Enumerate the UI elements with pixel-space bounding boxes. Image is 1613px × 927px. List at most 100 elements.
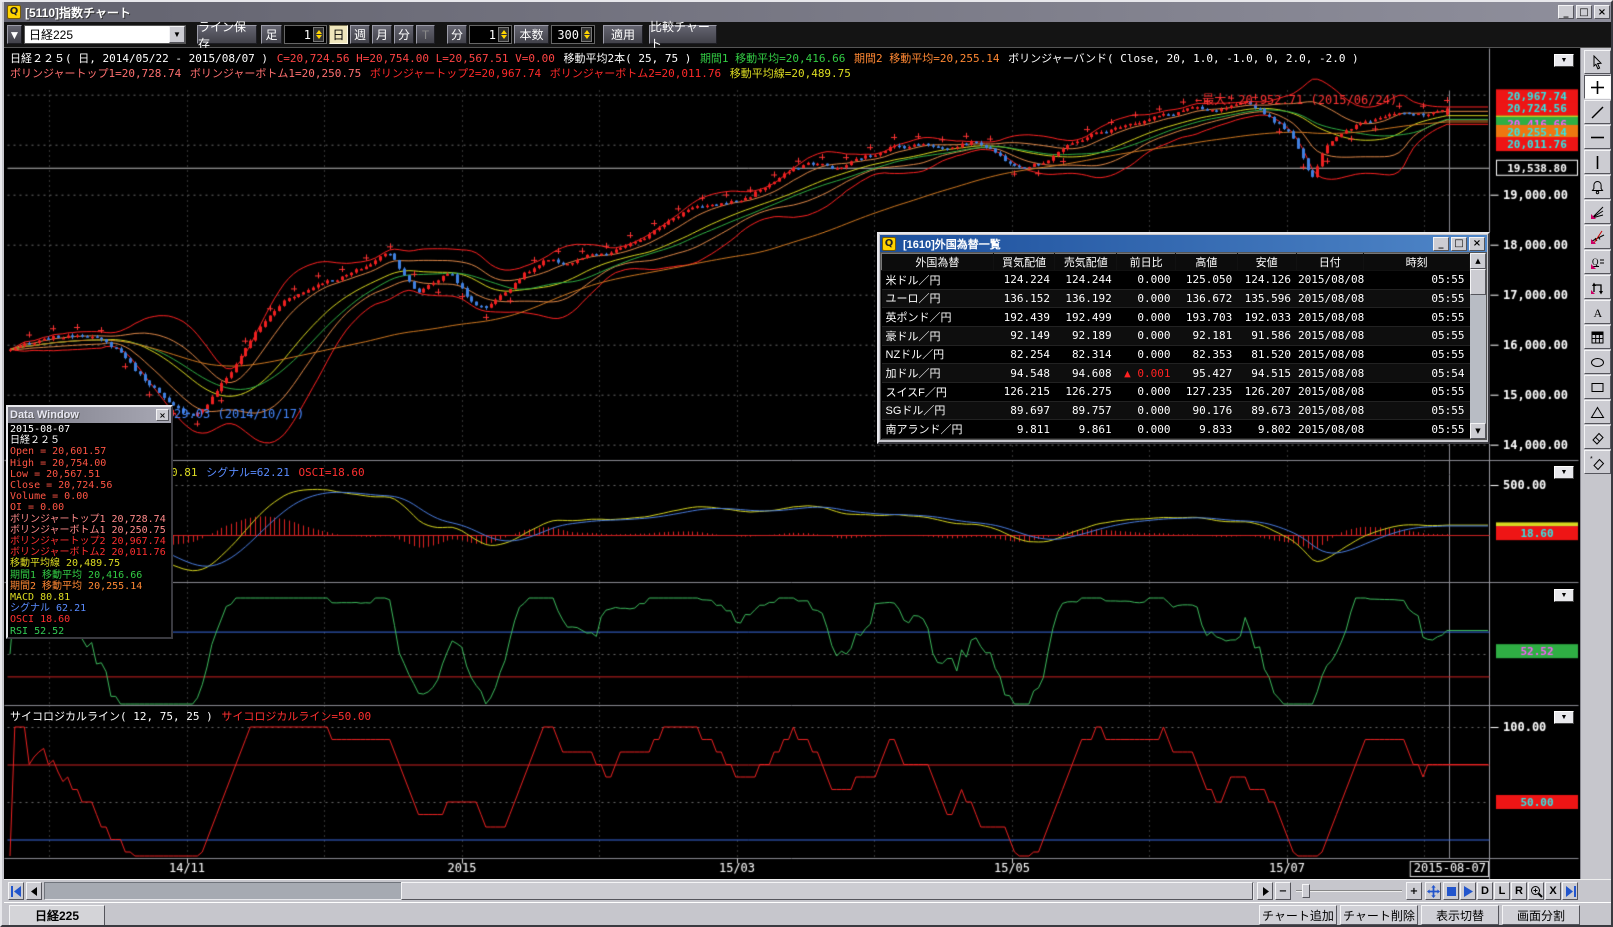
bar-interval-input[interactable]: 1 [284,25,327,44]
minute-input[interactable]: 1 [469,25,512,44]
forex-column-header[interactable]: 売気配値 [1055,254,1117,271]
forex-row[interactable]: ユーロ／円136.152136.1920.000136.672135.59620… [882,289,1470,308]
tool-fan-lines-button[interactable] [1584,200,1611,224]
close-icon[interactable]: × [1469,237,1485,251]
reset-button[interactable]: R [1511,882,1527,900]
forex-column-header[interactable]: 高値 [1175,254,1237,271]
forex-scrollbar[interactable]: ▲ ▼ [1470,253,1486,439]
forex-row[interactable]: 加ドル／円94.54894.608▲ 0.00195.42794.5152015… [882,364,1470,383]
tool-rectangle-tool-button[interactable] [1584,375,1611,399]
scrollbar-thumb[interactable] [401,882,1253,900]
close-icon[interactable]: × [156,409,169,421]
psych-panel-dropdown[interactable]: ▼ [1554,711,1574,724]
bar-type-monthly[interactable]: 月 [372,25,392,44]
header-segment: 日経２２５( 日, 2014/05/22 - 2015/08/07 ) [10,52,275,65]
forex-row[interactable]: SGドル／円89.69789.7570.00090.17689.6732015/… [882,401,1470,420]
forex-column-header[interactable]: 外国為替 [882,254,994,271]
minimize-icon[interactable]: _ [1433,237,1449,251]
tool-grid-table-button[interactable] [1584,325,1611,349]
tool-diagonal-line-button[interactable] [1584,100,1611,124]
forex-cell: 95.427 [1175,364,1237,383]
forex-column-header[interactable]: 安値 [1237,254,1296,271]
forex-column-header[interactable]: 買気配値 [993,254,1055,271]
forex-row[interactable]: 南アランド／円9.8119.8610.0009.8339.8022015/08/… [882,420,1470,439]
rsi-panel-dropdown[interactable]: ▼ [1554,589,1574,602]
scroll-down-icon[interactable]: ▼ [1470,423,1486,439]
forex-cell: 2015/08/08 [1296,308,1364,327]
day-mode-button[interactable]: D [1477,882,1493,900]
forex-row[interactable]: NZドル／円82.25482.3140.00082.35381.5202015/… [882,345,1470,364]
forex-row[interactable]: スイスF／円126.215126.2750.000127.235126.2072… [882,382,1470,401]
scrollbar-thumb[interactable] [1470,269,1486,295]
spinner-icon[interactable] [498,27,509,42]
forex-column-header[interactable]: 日付 [1296,254,1364,271]
chevron-down-icon[interactable]: ▼ [169,26,185,43]
tool-alert-bell-button[interactable] [1584,175,1611,199]
tool-pointer-button[interactable] [1584,50,1611,74]
zoom-slider[interactable] [1296,890,1402,892]
stop-button[interactable] [1443,882,1459,900]
forex-cell: 0.000 [1117,289,1176,308]
forex-column-header[interactable]: 前日比 [1117,254,1176,271]
scroll-right-icon[interactable] [1257,882,1273,900]
main-panel-dropdown[interactable]: ▼ [1554,54,1574,67]
tool-crosshair-button[interactable] [1584,75,1611,99]
macd-panel-dropdown[interactable]: ▼ [1554,466,1574,479]
zoom-slider-handle[interactable] [1302,884,1310,898]
symbol-combo[interactable]: 日経225 ▼ [24,25,186,44]
bar-type-daily[interactable]: 日 [329,25,348,44]
zoom-out-button[interactable]: − [1275,882,1291,900]
symbol-tab[interactable]: 日経225 [9,905,105,926]
close-chart-button[interactable]: X [1545,882,1561,900]
tool-text-a-button[interactable]: A [1584,300,1611,324]
scroll-up-icon[interactable]: ▲ [1470,253,1486,269]
maximize-icon[interactable]: □ [1576,5,1592,19]
forex-row[interactable]: 米ドル／円124.224124.2440.000125.050124.12620… [882,271,1470,290]
bars-count-input[interactable]: 300 [551,25,595,44]
forex-column-header[interactable]: 時刻 [1364,254,1470,271]
bar-type-weekly[interactable]: 週 [350,25,370,44]
close-icon[interactable]: × [1594,5,1610,19]
toggle-view-button[interactable]: 表示切替 [1421,905,1499,925]
tool-eraser-button[interactable] [1584,425,1611,449]
spinner-icon[interactable] [581,27,592,42]
forex-row[interactable]: 英ポンド／円192.439192.4990.000193.703192.0332… [882,308,1470,327]
header-segment: ボリンジャーバンド( Close, 20, 1.0, -1.0, 0, 2.0,… [1002,52,1359,65]
line-save-button[interactable]: ライン保存 [197,25,257,44]
scroll-last-button[interactable] [1562,882,1578,900]
bar-type-tick[interactable]: T [416,25,435,44]
scroll-left-icon[interactable] [26,882,42,900]
tool-vertical-line-button[interactable] [1584,150,1611,174]
compare-chart-button[interactable]: 比較チャート [649,25,717,44]
tool-ellipse-tool-button[interactable] [1584,350,1611,374]
delete-chart-button[interactable]: チャート削除 [1340,905,1418,925]
pan-button[interactable] [1425,882,1441,900]
add-chart-button[interactable]: チャート追加 [1259,905,1337,925]
forex-cell: 89.757 [1055,401,1117,420]
scroll-first-button[interactable] [8,882,24,900]
play-button[interactable] [1460,882,1476,900]
tool-triangle-tool-button[interactable] [1584,400,1611,424]
tool-trend-strike-button[interactable] [1584,225,1611,249]
tool-quote-list-button[interactable]: Q [1584,250,1611,274]
forex-row[interactable]: 豪ドル／円92.14992.1890.00092.18191.5862015/0… [882,326,1470,345]
header-segment: C=20,724.56 H=20,754.00 L=20,567.51 V=0.… [277,52,555,65]
line-mode-button[interactable]: L [1494,882,1510,900]
tool-eraser-all-button[interactable]: * [1584,450,1611,474]
forex-table-body: 米ドル／円124.224124.2440.000125.050124.12620… [882,271,1470,439]
split-screen-button[interactable]: 画面分割 [1502,905,1580,925]
maximize-icon[interactable]: □ [1451,237,1467,251]
forex-cell: 05:54 [1364,364,1470,383]
symbol-history-dropdown[interactable]: ▼ [7,25,22,44]
bar-type-minute[interactable]: 分 [394,25,414,44]
forex-window-titlebar[interactable]: Q [1610]外国為替一覧 _ □ × [880,235,1487,252]
apply-button[interactable]: 適用 [603,25,643,44]
spinner-icon[interactable] [313,27,324,42]
zoom-magnifier-icon[interactable] [1528,882,1544,900]
tool-loop-arrows-button[interactable] [1584,275,1611,299]
data-window-line: シグナル 62.21 [10,603,169,614]
minimize-icon[interactable]: _ [1558,5,1574,19]
data-window-titlebar[interactable]: Data Window × [8,407,171,423]
tool-horizontal-line-button[interactable] [1584,125,1611,149]
zoom-in-button[interactable]: + [1406,882,1422,900]
